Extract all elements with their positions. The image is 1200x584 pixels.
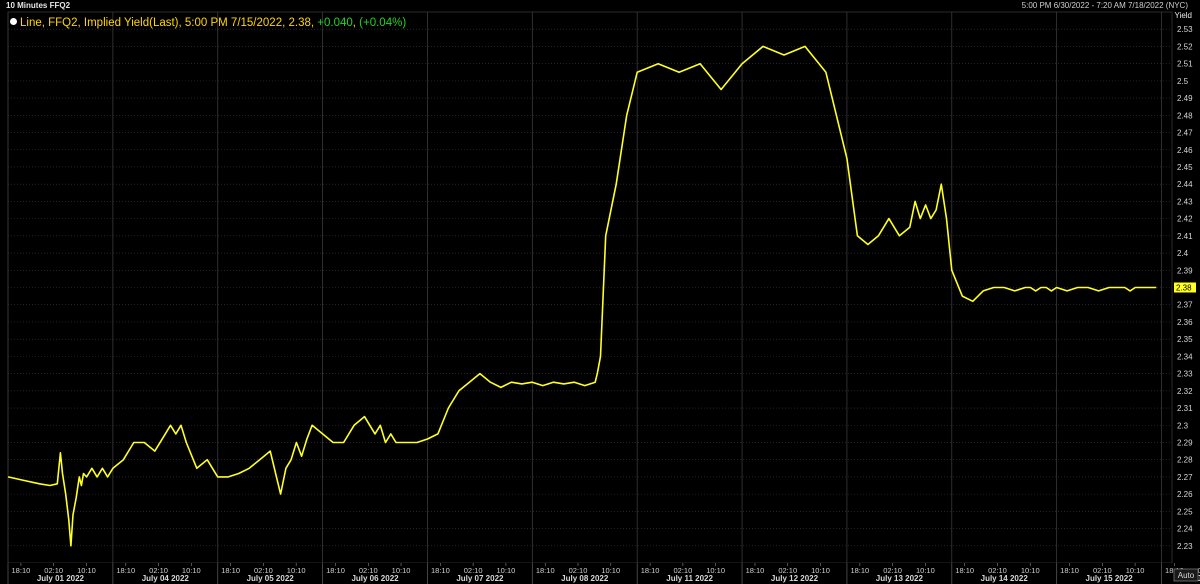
x-time-label: 18:10	[1060, 566, 1079, 575]
x-time-label: 02:10	[359, 566, 378, 575]
x-time-label: 02:10	[778, 566, 797, 575]
y-tick-label: 2.42	[1177, 215, 1193, 224]
y-tick-label: 2.27	[1177, 473, 1193, 482]
y-tick-label: 2.35	[1177, 335, 1193, 344]
x-date-label: July 13 2022	[876, 574, 924, 583]
x-date-label: July 11 2022	[666, 574, 713, 583]
x-time-label: 02:10	[988, 566, 1007, 575]
x-time-label: 02:10	[44, 566, 63, 575]
x-time-label: 02:10	[673, 566, 692, 575]
y-tick-label: 2.5	[1177, 77, 1189, 86]
x-time-label: 18:10	[431, 566, 450, 575]
x-time-label: 18:10	[12, 566, 31, 575]
legend-change-abs: +0.040	[317, 17, 353, 29]
x-time-label: 18:10	[116, 566, 135, 575]
x-time-label: 10:10	[916, 566, 935, 575]
x-time-label: 02:10	[883, 566, 902, 575]
legend-change-pct: (+0.04%)	[359, 17, 407, 29]
x-time-label: 10:10	[392, 566, 411, 575]
y-tick-label: 2.36	[1177, 318, 1193, 327]
x-date-label: July 06 2022	[351, 574, 399, 583]
x-time-label: 10:10	[1021, 566, 1040, 575]
y-tick-label: 2.46	[1177, 146, 1193, 155]
x-time-label: 18:10	[221, 566, 240, 575]
y-tick-label: 2.32	[1177, 387, 1193, 396]
x-time-label: 10:10	[287, 566, 306, 575]
x-time-label: 10:10	[811, 566, 830, 575]
x-date-label: July 15 2022	[1086, 574, 1134, 583]
legend-dot-icon[interactable]	[10, 18, 17, 25]
y-tick-label: 2.44	[1177, 180, 1193, 189]
y-tick-label: 2.53	[1177, 25, 1193, 34]
x-time-label: 18:10	[326, 566, 345, 575]
x-time-label: 18:10	[955, 566, 974, 575]
last-value-label: 2.38	[1176, 284, 1192, 293]
x-axis: July 01 202218:10 02:10 10:10July 04 20221…	[0, 563, 1200, 584]
y-tick-label: 2.39	[1177, 266, 1193, 275]
x-time-label: 10:10	[497, 566, 516, 575]
x-date-label: July 07 2022	[456, 574, 504, 583]
x-date-label: July 04 2022	[142, 574, 190, 583]
y-tick-label: 2.41	[1177, 232, 1193, 241]
x-time-label: 02:10	[1093, 566, 1112, 575]
x-time-label: 10:10	[77, 566, 96, 575]
y-tick-label: 2.51	[1177, 60, 1193, 69]
y-tick-label: 2.33	[1177, 370, 1193, 379]
x-time-label: 02:10	[254, 566, 273, 575]
legend: Line, FFQ2, Implied Yield(Last), 5:00 PM…	[10, 16, 406, 30]
x-date-label: July 05 2022	[247, 574, 295, 583]
y-tick-label: 2.45	[1177, 163, 1193, 172]
y-tick-label: 2.37	[1177, 301, 1193, 310]
y-tick-label: 2.49	[1177, 94, 1193, 103]
x-date-label: July 12 2022	[771, 574, 819, 583]
y-tick-label: 2.26	[1177, 490, 1193, 499]
y-tick-label: 2.43	[1177, 197, 1193, 206]
series-line[interactable]	[7, 45, 1157, 547]
y-tick-label: 2.3	[1177, 421, 1189, 430]
x-time-label: 18:10	[850, 566, 869, 575]
x-time-label: 18:10	[746, 566, 765, 575]
chart-window: 10 Minutes FFQ2 5:00 PM 6/30/2022 - 7:20…	[0, 0, 1200, 584]
x-time-label: 18:10	[641, 566, 660, 575]
y-tick-label: 2.48	[1177, 111, 1193, 120]
y-tick-label: 2.34	[1177, 352, 1193, 361]
y-tick-label: 2.47	[1177, 129, 1193, 138]
x-time-label: 02:10	[464, 566, 483, 575]
x-date-label: July 14 2022	[981, 574, 1029, 583]
x-time-label: 02:10	[569, 566, 588, 575]
y-tick-label: 2.29	[1177, 438, 1193, 447]
y-tick-label: 2.23	[1177, 542, 1193, 551]
last-value-marker: 2.38	[1174, 282, 1196, 293]
legend-series-text: Line, FFQ2, Implied Yield(Last), 5:00 PM…	[20, 17, 315, 29]
line-chart[interactable]: 2.23 2.24 2.25 2.26 2.27 2.28 2.29 2.3 2.31 2.32 2…	[0, 0, 1200, 584]
x-time-label: 02:10	[149, 566, 168, 575]
y-tick-label: 2.24	[1177, 525, 1193, 534]
y-tick-label: 2.4	[1177, 249, 1189, 258]
x-time-label: 10:10	[601, 566, 620, 575]
y-axis-title: Yield	[1174, 11, 1193, 20]
x-time-label: 10:10	[706, 566, 725, 575]
x-time-label: 18:10	[536, 566, 555, 575]
y-tick-label: 2.52	[1177, 42, 1193, 51]
x-date-label: July 08 2022	[561, 574, 609, 583]
x-date-label: July 01 2022	[37, 574, 85, 583]
x-time-label: 10:10	[1126, 566, 1145, 575]
y-tick-label: 2.25	[1177, 507, 1193, 516]
y-tick-label: 2.31	[1177, 404, 1193, 413]
auto-button-label: Auto	[1178, 571, 1195, 580]
y-tick-label: 2.28	[1177, 456, 1193, 465]
x-time-label: 10:10	[182, 566, 201, 575]
